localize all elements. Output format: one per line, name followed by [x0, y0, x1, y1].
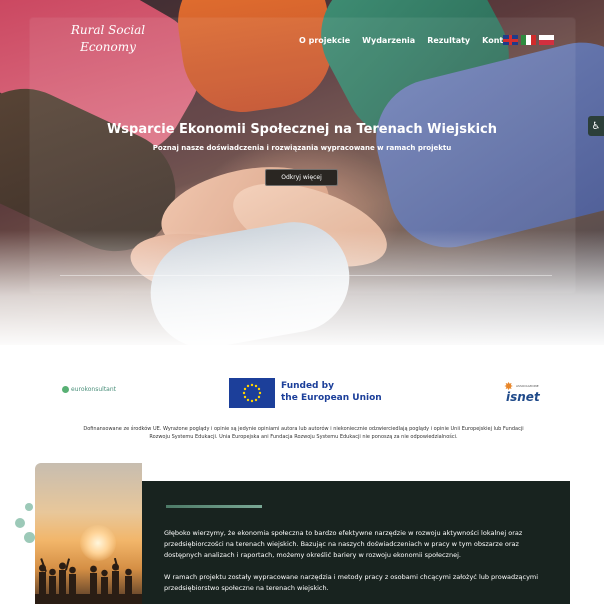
about-accent-bar [166, 505, 262, 508]
hero-title: Wsparcie Ekonomii Społecznej na Terenach… [106, 122, 498, 137]
nav-item-wydarzenia[interactable]: Wydarzenia [362, 36, 415, 45]
discover-more-button[interactable]: Odkryj więcej [265, 169, 338, 186]
discover-more-label: Odkryj więcej [281, 174, 322, 181]
decor-bubble [15, 518, 25, 528]
decor-bubble [25, 503, 33, 511]
about-paragraph-1: Głęboko wierzymy, że ekonomia społeczna … [164, 529, 523, 559]
language-switcher [503, 35, 554, 45]
eu-text-line1: Funded by [281, 381, 334, 391]
it-flag-icon[interactable] [521, 35, 536, 45]
isnet-wordmark: isnet [506, 390, 540, 404]
nav-item-o-projekcie[interactable]: O projekcie [299, 36, 350, 45]
eu-disclaimer: Dofinansowane ze środków UE. Wyrażone po… [83, 426, 524, 440]
about-photo [35, 463, 142, 604]
main-nav: O projekcie Wydarzenia Rezultaty Kontakt [299, 36, 518, 45]
eu-flag-icon [229, 378, 275, 408]
hero-subtitle: Poznaj nasze doświadczenia i rozwiązania… [152, 144, 452, 152]
eurokonsultant-logo: eurokonsultant [62, 386, 116, 393]
about-photo-sun [80, 525, 116, 561]
nav-item-rezultaty[interactable]: Rezultaty [427, 36, 470, 45]
eu-funding-text: Funded by the European Union [281, 380, 382, 404]
eu-text-line2: the European Union [281, 393, 382, 403]
decor-bubble [24, 532, 35, 543]
about-photo-crowd [35, 558, 142, 604]
eu-stars-icon [242, 383, 262, 403]
eurokonsultant-logo-mark [62, 386, 69, 393]
site-logo[interactable]: Rural Social Economy [68, 22, 148, 56]
uk-flag-icon[interactable] [503, 35, 518, 45]
about-paragraph-2: W ramach projektu zostały wypracowane na… [164, 573, 539, 592]
isnet-logo: ✸ ASSOCIAZIONE isnet [504, 381, 550, 407]
pl-flag-icon[interactable] [539, 35, 554, 45]
site-logo-text: Rural Social Economy [70, 23, 146, 54]
eurokonsultant-logo-text: eurokonsultant [71, 386, 117, 393]
isnet-small-text: ASSOCIAZIONE [516, 384, 539, 388]
hero-fade [0, 230, 604, 345]
